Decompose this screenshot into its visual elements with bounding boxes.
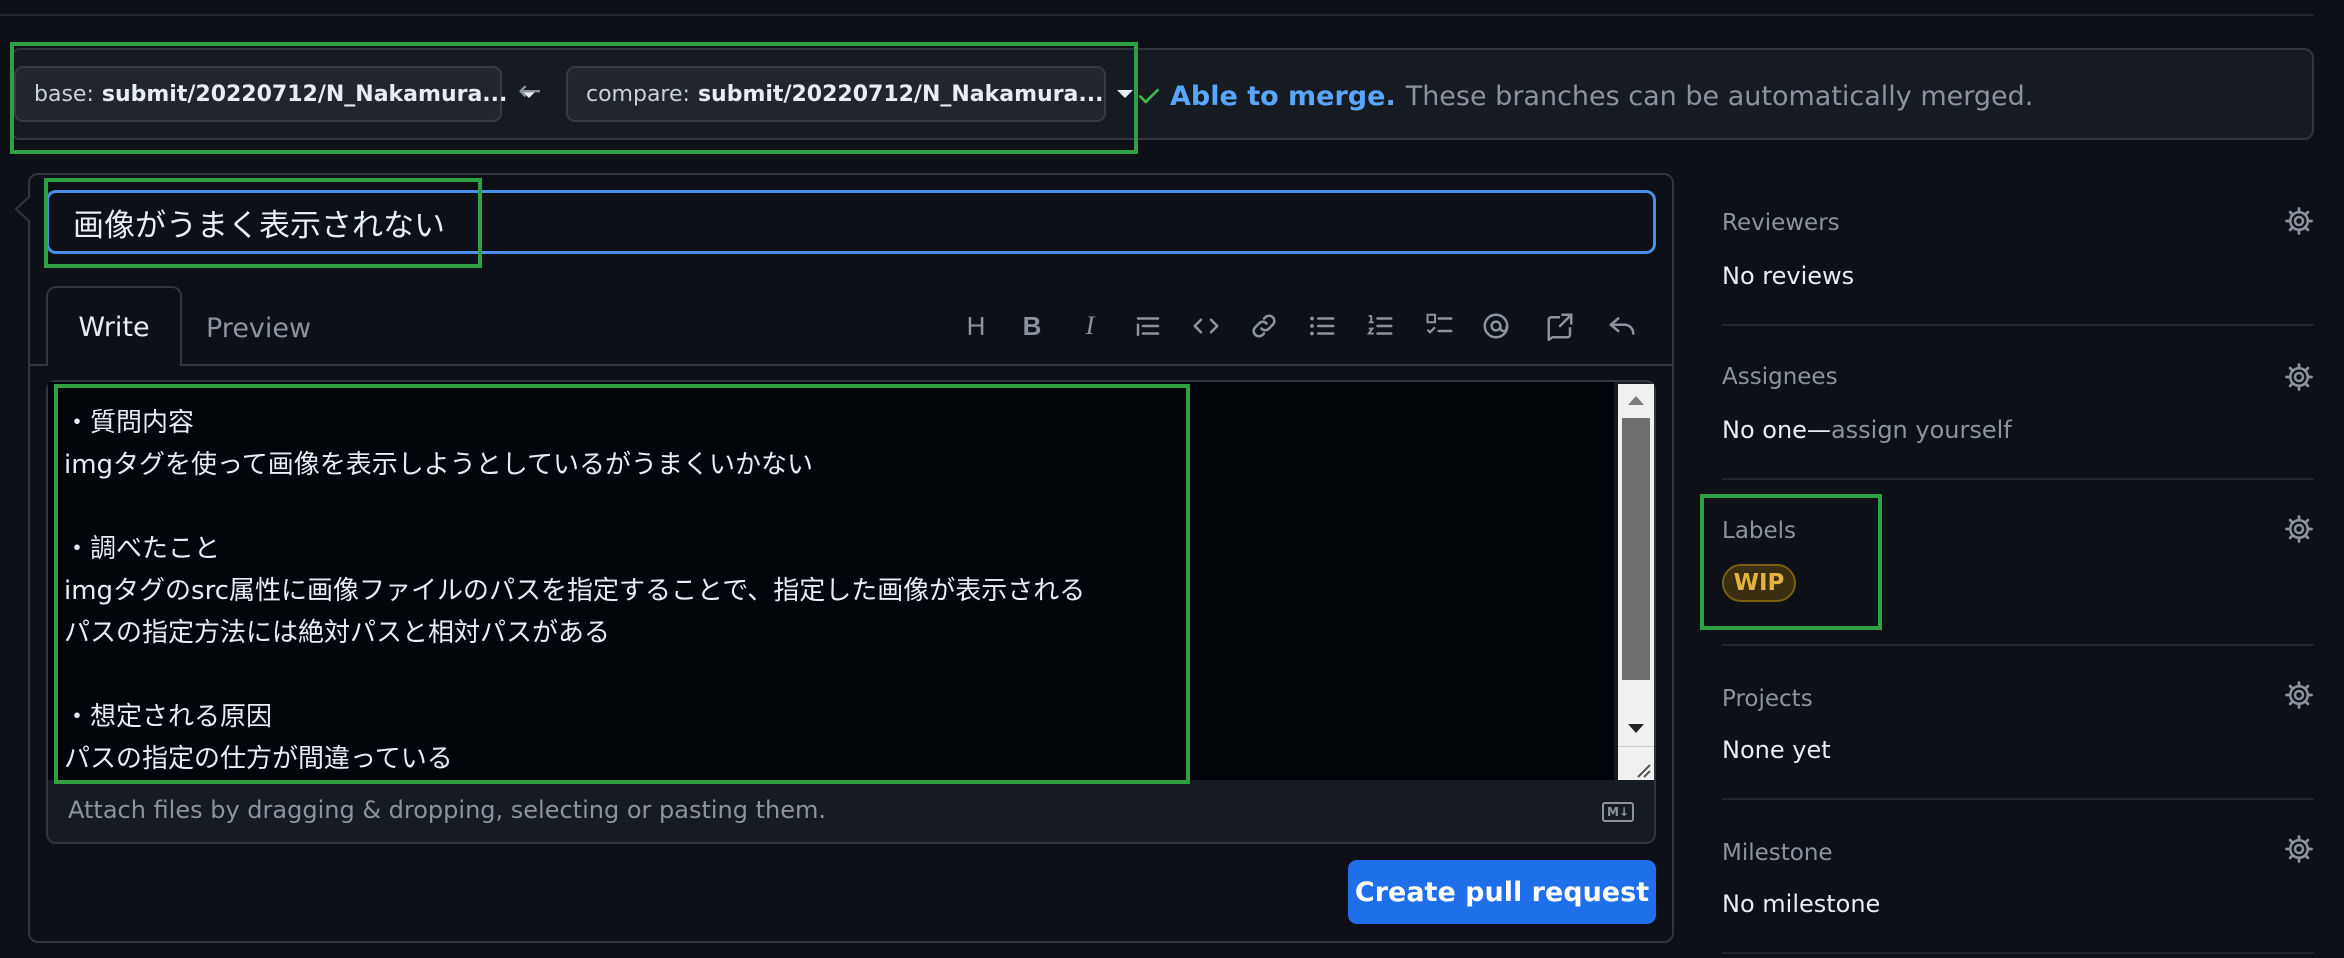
- reply-icon[interactable]: [1604, 306, 1640, 346]
- assignees-none-text: No one—: [1722, 416, 1831, 444]
- reviewers-value: No reviews: [1722, 262, 1855, 290]
- scroll-down-arrow-icon[interactable]: [1628, 724, 1644, 733]
- quote-icon[interactable]: [1130, 306, 1166, 346]
- sidebar-divider: [1722, 798, 2314, 800]
- link-icon[interactable]: [1246, 306, 1282, 346]
- sidebar-divider: [1722, 478, 2314, 480]
- sidebar-divider: [1722, 644, 2314, 646]
- task-list-icon[interactable]: [1422, 306, 1458, 346]
- assignees-label[interactable]: Assignees: [1722, 364, 1838, 390]
- assign-yourself-link[interactable]: assign yourself: [1831, 416, 2012, 444]
- italic-icon[interactable]: I: [1072, 306, 1108, 346]
- highlight-body: [54, 384, 1190, 784]
- code-icon[interactable]: [1188, 306, 1224, 346]
- attach-files-hint[interactable]: Attach files by dragging & dropping, sel…: [68, 796, 826, 824]
- labels-gear-icon[interactable]: [2284, 514, 2314, 544]
- assignees-gear-icon[interactable]: [2284, 362, 2314, 392]
- sidebar-divider: [1722, 324, 2314, 326]
- bold-icon[interactable]: B: [1014, 306, 1050, 346]
- projects-gear-icon[interactable]: [2284, 680, 2314, 710]
- merge-info-text: These branches can be automatically merg…: [1405, 80, 2034, 112]
- highlight-title: [44, 178, 482, 268]
- reviewers-label[interactable]: Reviewers: [1722, 210, 1840, 236]
- heading-icon[interactable]: H: [958, 306, 994, 346]
- assignees-value: No one—assign yourself: [1722, 416, 2012, 444]
- check-icon: [1139, 88, 1159, 104]
- numbered-list-icon[interactable]: [1362, 306, 1398, 346]
- milestone-label[interactable]: Milestone: [1722, 840, 1833, 866]
- bulleted-list-icon[interactable]: [1304, 306, 1340, 346]
- tabs-divider: [28, 364, 1674, 366]
- markdown-icon[interactable]: M↓: [1602, 802, 1634, 822]
- projects-label[interactable]: Projects: [1722, 686, 1813, 712]
- tab-preview[interactable]: Preview: [206, 300, 311, 356]
- merge-ok-text: Able to merge.: [1170, 80, 1396, 112]
- resize-handle[interactable]: [1618, 746, 1654, 780]
- scroll-up-arrow-icon[interactable]: [1628, 396, 1644, 405]
- resize-grip-icon: [1637, 764, 1651, 778]
- create-pull-request-button[interactable]: Create pull request: [1348, 860, 1656, 924]
- merge-status: Able to merge. These branches can be aut…: [1136, 76, 2033, 116]
- reviewers-gear-icon[interactable]: [2284, 206, 2314, 236]
- highlight-branches: [10, 42, 1138, 154]
- top-divider: [0, 14, 2314, 16]
- tab-write[interactable]: Write: [46, 286, 182, 366]
- highlight-labels: [1700, 494, 1882, 630]
- projects-value: None yet: [1722, 736, 1831, 764]
- form-pointer: [14, 196, 31, 222]
- mention-icon[interactable]: [1478, 306, 1514, 346]
- milestone-value: No milestone: [1722, 890, 1881, 918]
- scrollbar-thumb[interactable]: [1622, 418, 1650, 680]
- cross-reference-icon[interactable]: [1542, 306, 1578, 346]
- milestone-gear-icon[interactable]: [2284, 834, 2314, 864]
- sidebar-divider: [1722, 952, 2314, 954]
